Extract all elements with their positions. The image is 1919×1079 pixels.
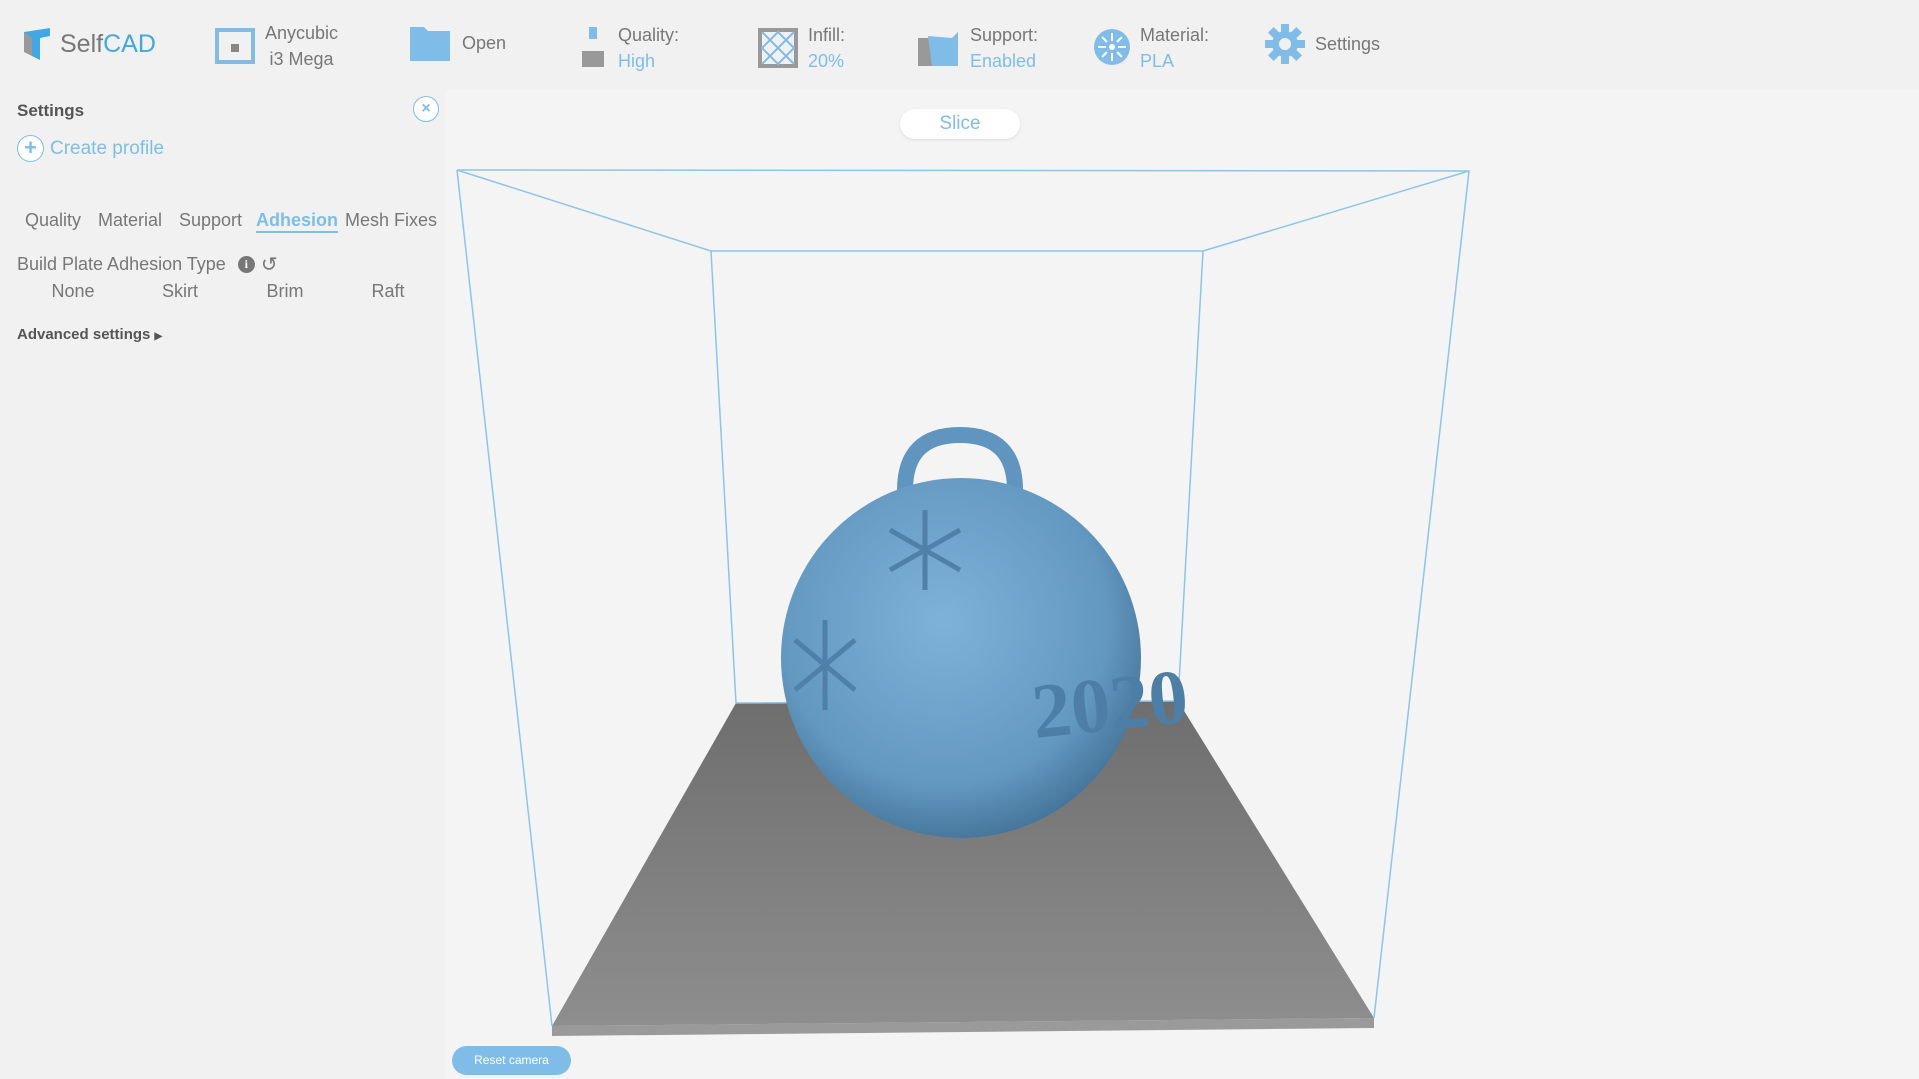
tab-mesh-fixes[interactable]: Mesh Fixes <box>345 210 437 231</box>
logo-text-cad: CAD <box>103 29 156 58</box>
infill-button[interactable]: Infill: 20% <box>758 22 845 74</box>
create-profile-label: Create profile <box>50 137 165 159</box>
quality-label: Quality: <box>618 25 680 45</box>
settings-panel: Settings × + Create profile Quality Mate… <box>0 90 445 1079</box>
close-panel-button[interactable]: × <box>413 96 439 122</box>
infill-value: 20% <box>808 51 845 71</box>
open-label: Open <box>462 33 507 53</box>
settings-label: Settings <box>1315 34 1381 54</box>
advanced-settings-label: Advanced settings <box>17 326 151 343</box>
tab-adhesion[interactable]: Adhesion <box>256 210 339 233</box>
snowflake-decoration <box>793 510 962 710</box>
slice-button[interactable]: Slice <box>900 109 1020 139</box>
tab-material[interactable]: Material <box>98 210 162 231</box>
panel-title: Settings <box>17 101 85 120</box>
caret-right-icon: ▶ <box>154 331 163 342</box>
adhesion-option-brim[interactable]: Brim <box>246 281 324 302</box>
logo-text-self: Self <box>60 29 104 58</box>
model-text-2020: 2020 <box>1028 652 1192 755</box>
infill-icon <box>758 28 798 68</box>
selfcad-logo[interactable]: Self CAD <box>20 26 156 62</box>
close-icon: × <box>421 100 431 117</box>
support-label: Support: <box>970 25 1039 45</box>
infill-label: Infill: <box>808 25 846 45</box>
open-button[interactable]: Open <box>410 25 506 61</box>
quality-value: High <box>618 51 656 71</box>
adhesion-option-none[interactable]: None <box>34 281 112 302</box>
build-plate <box>552 701 1374 1036</box>
adhesion-option-skirt[interactable]: Skirt <box>141 281 219 302</box>
support-icon <box>918 32 958 66</box>
printer-name: Anycubic <box>265 23 339 43</box>
build-volume-box <box>456 169 1470 1027</box>
top-toolbar: Self CAD Anycubic i3 Mega Open Quality: Hig… <box>0 0 1919 90</box>
material-button[interactable]: Material: PLA <box>1090 22 1209 74</box>
plus-icon: + <box>17 135 44 162</box>
logo-icon <box>24 28 50 60</box>
reset-setting-icon[interactable]: ↺ <box>261 252 278 277</box>
reset-camera-button[interactable]: Reset camera <box>452 1046 571 1075</box>
filament-spool-icon <box>1094 29 1130 65</box>
quality-button[interactable]: Quality: High <box>578 22 679 74</box>
tab-support[interactable]: Support <box>179 210 242 231</box>
info-icon[interactable]: i <box>237 256 255 273</box>
advanced-settings-toggle[interactable]: Advanced settings ▶ <box>17 326 162 343</box>
support-value: Enabled <box>970 51 1037 71</box>
tab-quality[interactable]: Quality <box>25 210 81 231</box>
material-value: PLA <box>1140 51 1175 71</box>
adhesion-type-row: Build Plate Adhesion Type i ↺ <box>17 252 278 277</box>
ornament-model: 2020 <box>781 426 1192 838</box>
material-label: Material: <box>1140 25 1210 45</box>
settings-button[interactable]: Settings <box>1265 24 1380 64</box>
printer-model: i3 Mega <box>269 49 334 69</box>
gear-icon <box>1265 24 1305 64</box>
printer-button[interactable]: Anycubic i3 Mega <box>215 20 338 72</box>
support-button[interactable]: Support: Enabled <box>918 22 1038 74</box>
nozzle-icon <box>582 27 604 67</box>
create-profile-button[interactable]: + Create profile <box>17 135 164 162</box>
adhesion-type-label: Build Plate Adhesion Type <box>17 254 226 274</box>
printer-icon <box>215 28 255 64</box>
adhesion-option-raft[interactable]: Raft <box>349 281 427 302</box>
folder-icon <box>410 27 450 61</box>
